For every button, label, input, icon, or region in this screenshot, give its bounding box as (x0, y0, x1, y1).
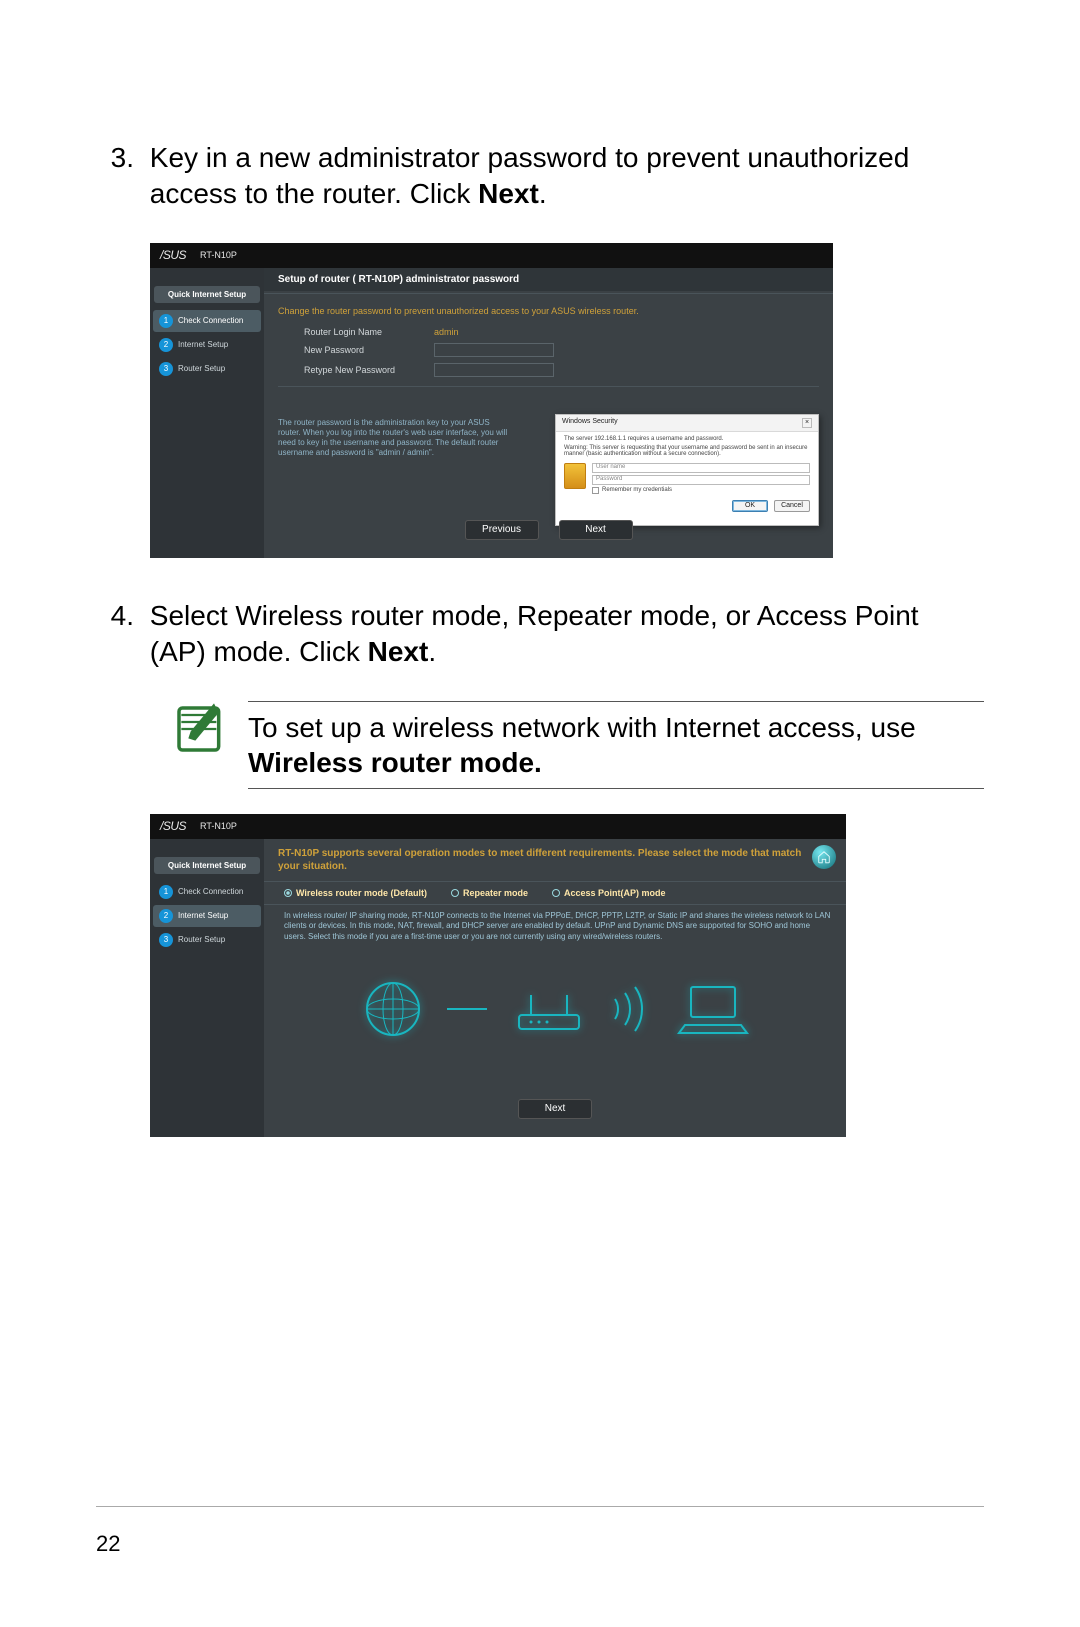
note-bold: Wireless router mode. (248, 747, 542, 778)
radio-label: Repeater mode (463, 888, 528, 898)
mode-description: In wireless router/ IP sharing mode, RT-… (264, 905, 846, 949)
row-retype-password: Retype New Password (264, 360, 833, 380)
step-3: 3. Key in a new administrator password t… (96, 140, 984, 213)
sidebar-item-check-connection[interactable]: 1 Check Connection (153, 310, 261, 332)
panel-operation-mode: RT-N10P supports several operation modes… (264, 839, 846, 1137)
retype-password-label: Retype New Password (304, 365, 434, 375)
windows-security-popup: Windows Security × The server 192.168.1.… (555, 414, 819, 526)
sidebar-item-check-connection[interactable]: 1 Check Connection (153, 881, 261, 903)
asus-logo: /SUS (160, 248, 186, 262)
wifi-waves-icon (611, 985, 655, 1033)
home-icon[interactable] (812, 845, 836, 869)
step-badge-2-icon: 2 (159, 909, 173, 923)
sidebar-item-label: Check Connection (178, 887, 243, 896)
radio-label: Wireless router mode (Default) (296, 888, 427, 898)
step-4-bold: Next (368, 636, 429, 667)
asus-logo: /SUS (160, 819, 186, 833)
step-badge-3-icon: 3 (159, 933, 173, 947)
step-4-text-a: Select Wireless router mode, Repeater mo… (150, 600, 919, 667)
radio-icon (451, 889, 459, 897)
popup-remember-row[interactable]: Remember my credentials (592, 487, 810, 494)
model-label: RT-N10P (200, 821, 237, 831)
next-button[interactable]: Next (559, 520, 633, 540)
popup-server-line: The server 192.168.1.1 requires a userna… (564, 436, 810, 442)
globe-icon (361, 977, 425, 1041)
radio-wireless-router[interactable]: Wireless router mode (Default) (284, 888, 427, 898)
step-4: 4. Select Wireless router mode, Repeater… (96, 598, 984, 671)
model-label: RT-N10P (200, 250, 237, 260)
sidebar-title: Quick Internet Setup (154, 286, 260, 303)
mode-diagram (264, 949, 846, 1069)
step-badge-1-icon: 1 (159, 314, 173, 328)
step-3-text-b: . (539, 178, 547, 209)
sidebar-item-internet-setup[interactable]: 2 Internet Setup (153, 905, 261, 927)
step-badge-1-icon: 1 (159, 885, 173, 899)
previous-button[interactable]: Previous (465, 520, 539, 540)
new-password-input[interactable] (434, 343, 554, 357)
row-login-name: Router Login Name admin (264, 324, 833, 340)
mode-heading-text: RT-N10P supports several operation modes… (278, 848, 801, 872)
note-text-a: To set up a wireless network with Intern… (248, 712, 916, 743)
radio-repeater[interactable]: Repeater mode (451, 888, 528, 898)
popup-close-button[interactable]: × (802, 418, 812, 428)
sidebar: Quick Internet Setup 1 Check Connection … (150, 839, 264, 1137)
popup-warning: Warning: This server is requesting that … (564, 445, 810, 457)
sidebar-item-router-setup[interactable]: 3 Router Setup (153, 358, 261, 380)
step-4-text-b: . (428, 636, 436, 667)
next-button[interactable]: Next (518, 1099, 592, 1119)
login-name-value: admin (434, 327, 459, 337)
sidebar-item-internet-setup[interactable]: 2 Internet Setup (153, 334, 261, 356)
row-new-password: New Password (264, 340, 833, 360)
sidebar-item-label: Internet Setup (178, 911, 228, 920)
sidebar-item-label: Router Setup (178, 935, 225, 944)
note-icon (172, 701, 228, 757)
sidebar-item-label: Router Setup (178, 364, 225, 373)
step-3-bold: Next (478, 178, 539, 209)
titlebar: /SUS RT-N10P (150, 814, 846, 839)
popup-username-input[interactable]: User name (592, 463, 810, 473)
sidebar-item-label: Internet Setup (178, 340, 228, 349)
retype-password-input[interactable] (434, 363, 554, 377)
laptop-icon (677, 981, 749, 1037)
radio-icon (552, 889, 560, 897)
step-badge-3-icon: 3 (159, 362, 173, 376)
mode-heading: RT-N10P supports several operation modes… (264, 839, 846, 881)
step-4-number: 4. (96, 598, 134, 634)
popup-title: Windows Security (562, 418, 618, 428)
panel-heading: Setup of router ( RT-N10P) administrator… (264, 268, 833, 291)
footer-rule (96, 1506, 984, 1507)
sidebar-item-label: Check Connection (178, 316, 243, 325)
new-password-label: New Password (304, 345, 434, 355)
screenshot-admin-password: /SUS RT-N10P Quick Internet Setup 1 Chec… (150, 243, 833, 558)
remember-checkbox[interactable] (592, 487, 599, 494)
step-badge-2-icon: 2 (159, 338, 173, 352)
radio-label: Access Point(AP) mode (564, 888, 666, 898)
titlebar: /SUS RT-N10P (150, 243, 833, 268)
panel-instruction: Change the router password to prevent un… (264, 296, 833, 324)
help-text: The router password is the administratio… (278, 418, 508, 458)
router-icon (509, 977, 589, 1041)
credentials-key-icon (564, 463, 586, 489)
login-name-label: Router Login Name (304, 327, 434, 337)
screenshot-operation-mode: /SUS RT-N10P Quick Internet Setup 1 Chec… (150, 814, 846, 1137)
step-3-number: 3. (96, 140, 134, 176)
page-number: 22 (96, 1531, 120, 1557)
sidebar-item-router-setup[interactable]: 3 Router Setup (153, 929, 261, 951)
radio-icon (284, 889, 292, 897)
note-row: To set up a wireless network with Intern… (172, 701, 984, 789)
panel-admin-password: Setup of router ( RT-N10P) administrator… (264, 268, 833, 558)
radio-access-point[interactable]: Access Point(AP) mode (552, 888, 666, 898)
sidebar: Quick Internet Setup 1 Check Connection … (150, 268, 264, 558)
remember-label: Remember my credentials (602, 487, 672, 493)
popup-password-input[interactable]: Password (592, 475, 810, 485)
cable-icon (447, 1008, 487, 1010)
popup-cancel-button[interactable]: Cancel (774, 500, 810, 512)
sidebar-title: Quick Internet Setup (154, 857, 260, 874)
popup-ok-button[interactable]: OK (732, 500, 768, 512)
